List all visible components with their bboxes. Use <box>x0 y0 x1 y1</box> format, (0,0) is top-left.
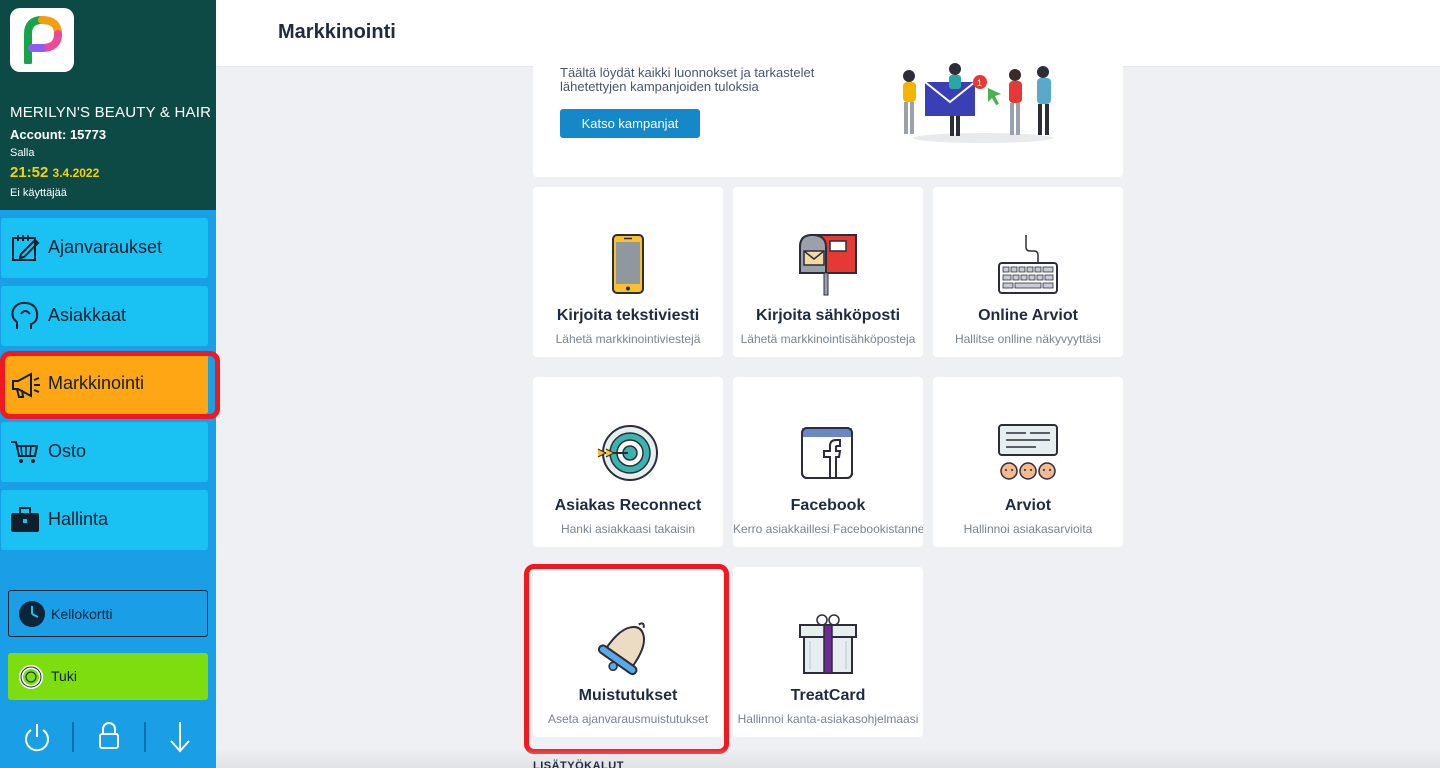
account-panel: MERILYN'S BEAUTY & HAIR Account: 15773 S… <box>0 0 216 210</box>
tile-subtitle: Lähetä markkinointiviestejä <box>555 332 701 346</box>
tile-customer-reconnect[interactable]: Asiakas Reconnect Hanki asiakkaasi takai… <box>533 377 723 547</box>
tile-reviews[interactable]: Arviot Hallinnoi asiakasarvioita <box>933 377 1123 547</box>
tile-subtitle: Kerro asiakkaillesi Facebookistanne <box>733 522 923 536</box>
keyboard-icon <box>998 235 1058 294</box>
sidebar-item-asiakkaat[interactable]: Asiakkaat <box>1 286 208 346</box>
tile-facebook[interactable]: Facebook Kerro asiakkaillesi Facebookist… <box>733 377 923 547</box>
briefcase-icon <box>11 507 39 532</box>
svg-text:1: 1 <box>977 78 982 88</box>
no-user-label: Ei käyttäjää <box>10 187 67 199</box>
reviews-icon <box>998 424 1058 480</box>
tile-title: Facebook <box>790 497 866 514</box>
calendar-edit-icon <box>12 235 40 261</box>
tile-title: Kirjoita tekstiviesti <box>556 307 700 324</box>
tile-treatcard[interactable]: TreatCard Hallinnoi kanta-asiakasohjelma… <box>733 567 923 737</box>
sidebar: MERILYN'S BEAUTY & HAIR Account: 15773 S… <box>0 0 220 768</box>
tile-subtitle: Hallitse onlline näkyvyyttäsi <box>954 332 1102 346</box>
current-time: 21:52 3.4.2022 <box>10 164 99 181</box>
salon-name: MERILYN'S BEAUTY & HAIR <box>10 104 212 121</box>
sidebar-item-label: Hallinta <box>48 509 109 529</box>
target-icon <box>597 425 658 481</box>
tile-subtitle: Hallinnoi kanta-asiakasohjelmaasi <box>737 712 919 726</box>
mailbox-icon <box>799 233 857 296</box>
gift-icon <box>799 614 857 674</box>
tile-title: Online Arviot <box>978 307 1078 324</box>
tile-subtitle: Hanki asiakkaasi takaisin <box>560 522 696 536</box>
clock-card-label: Kellokortti <box>51 606 113 622</box>
clock-icon <box>19 601 45 627</box>
page-header: Markkinointi <box>216 0 1440 67</box>
tile-online-reviews[interactable]: Online Arviot Hallitse onlline näkyvyytt… <box>933 187 1123 357</box>
cart-icon <box>11 441 39 463</box>
sidebar-item-label: Osto <box>48 441 87 461</box>
support-label: Tuki <box>51 668 77 684</box>
highlight-box-reminders <box>524 564 729 754</box>
campaign-banner: Täältä löydät kaikki luonnokset ja tarka… <box>533 60 1123 177</box>
bottom-fade <box>216 748 1440 768</box>
app-logo[interactable] <box>10 8 74 72</box>
sidebar-item-hallinta[interactable]: Hallinta <box>1 490 208 550</box>
sidebar-item-ajanvaraukset[interactable]: Ajanvaraukset <box>1 218 208 278</box>
tile-title: Arviot <box>1004 497 1052 514</box>
time-value: 21:52 <box>10 164 49 181</box>
section-heading: LISÄTYÖKALUT <box>533 760 624 768</box>
phone-icon <box>612 234 644 294</box>
tile-title: Asiakas Reconnect <box>554 497 702 514</box>
arrow-down-icon[interactable] <box>168 720 192 754</box>
tile-write-email[interactable]: Kirjoita sähköposti Lähetä markkinointis… <box>733 187 923 357</box>
view-campaigns-button[interactable]: Katso kampanjat <box>560 109 700 138</box>
banner-text: Täältä löydät kaikki luonnokset ja tarka… <box>560 65 815 94</box>
lock-icon[interactable] <box>97 720 121 752</box>
sidebar-item-label: Ajanvaraukset <box>48 237 163 257</box>
customer-head-icon <box>11 301 39 329</box>
lifebuoy-icon <box>19 665 43 689</box>
sidebar-item-osto[interactable]: Osto <box>1 422 208 482</box>
people-email-illustration: 1 <box>903 63 1053 143</box>
divider <box>72 722 74 752</box>
account-number: Account: 15773 <box>10 127 107 142</box>
support-button[interactable]: Tuki <box>8 653 208 700</box>
tile-subtitle: Lähetä markkinointisähköposteja <box>740 332 916 346</box>
tile-title: TreatCard <box>790 687 866 704</box>
facebook-icon <box>801 427 853 479</box>
date-value: 3.4.2022 <box>52 166 100 180</box>
clock-card-button[interactable]: Kellokortti <box>8 590 208 637</box>
divider <box>144 722 146 752</box>
page-title: Markkinointi <box>278 21 396 43</box>
user-name: Salla <box>10 147 35 159</box>
power-icon[interactable] <box>22 720 52 754</box>
logo-icon <box>24 16 62 64</box>
sidebar-item-label: Asiakkaat <box>48 305 127 325</box>
tile-title: Kirjoita sähköposti <box>755 307 901 324</box>
tile-write-sms[interactable]: Kirjoita tekstiviesti Lähetä markkinoint… <box>533 187 723 357</box>
highlight-box-markkinointi <box>0 351 220 419</box>
tile-subtitle: Hallinnoi asiakasarvioita <box>963 522 1093 536</box>
